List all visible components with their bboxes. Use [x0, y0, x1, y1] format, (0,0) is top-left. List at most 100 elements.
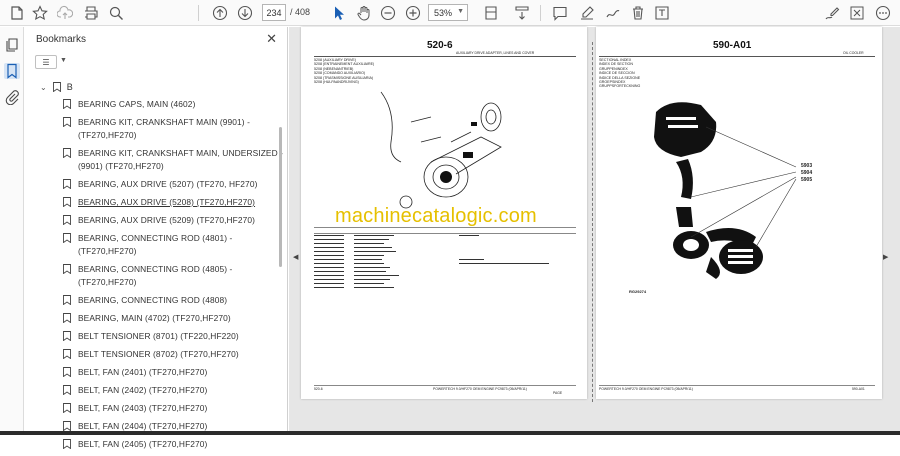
bookmark-flag-icon	[63, 197, 71, 207]
callout-label: 5903	[801, 163, 813, 169]
bookmark-item-label: BEARING KIT, CRANKSHAFT MAIN (9901) - (T…	[78, 117, 251, 140]
bookmark-item-label: BELT, FAN (2404) (TF270,HF270)	[78, 421, 208, 431]
bookmark-flag-icon	[63, 295, 71, 305]
bookmark-item[interactable]: BEARING CAPS, MAIN (4602)	[59, 98, 284, 111]
bookmark-item-label: BELT TENSIONER (8701) (TF220,HF220)	[78, 331, 239, 341]
page-fit-icon[interactable]	[482, 4, 500, 22]
bookmark-item-label: BELT, FAN (2401) (TF270,HF270)	[78, 367, 208, 377]
oil-cooler-drawing	[654, 102, 797, 279]
page-down-icon[interactable]	[236, 4, 254, 22]
exploded-parts-drawing	[380, 91, 502, 209]
main-toolbar: / 408 53% ▼	[0, 0, 900, 26]
right-page-heading: 590-A01	[713, 40, 752, 51]
parts-table-lines	[314, 235, 549, 288]
chevron-down-icon[interactable]: ▼	[60, 57, 67, 64]
left-rail	[0, 27, 24, 435]
bookmark-star-icon[interactable]	[31, 4, 49, 22]
page-up-icon[interactable]	[211, 4, 229, 22]
page-thumbnails-icon[interactable]	[4, 37, 20, 53]
zoom-in-icon[interactable]	[404, 4, 422, 22]
bookmark-flag-icon	[63, 264, 71, 274]
text-box-icon[interactable]	[653, 4, 671, 22]
bookmark-flag-icon	[63, 439, 71, 449]
right-page-footer-number: 590-A01	[852, 387, 865, 391]
home-icon[interactable]	[8, 4, 26, 22]
bookmark-item[interactable]: BEARING, AUX DRIVE (5209) (TF270,HF270)	[59, 214, 284, 227]
bookmark-item-label: BEARING, AUX DRIVE (5208) (TF270,HF270)	[78, 197, 256, 207]
figure-label: RG29274	[629, 289, 647, 294]
bookmark-item[interactable]: BELT, FAN (2401) (TF270,HF270)	[59, 366, 284, 379]
bookmark-item[interactable]: BEARING, MAIN (4702) (TF270,HF270)	[59, 312, 284, 325]
bookmark-item[interactable]: BEARING KIT, CRANKSHAFT MAIN, UNDERSIZED…	[59, 147, 284, 173]
bookmarks-scrollbar[interactable]	[279, 127, 282, 267]
highlight-pen-icon[interactable]	[578, 4, 596, 22]
bookmark-item-label: BEARING, MAIN (4702) (TF270,HF270)	[78, 313, 231, 323]
right-page-footer-center: POWERTECH 9.0/HF270 OEM ENGINE PC9873 (0…	[599, 387, 693, 391]
trash-icon[interactable]	[629, 4, 647, 22]
zoom-out-icon[interactable]	[379, 4, 397, 22]
scroll-right-icon[interactable]: ▶	[883, 253, 888, 261]
bookmark-options-button[interactable]: ☰	[35, 55, 57, 69]
bookmark-item-label: BELT, FAN (2405) (TF270,HF270)	[78, 439, 208, 449]
watermark-text: machinecatalogic.com	[335, 205, 537, 227]
left-page-footer-number: 520-6	[314, 387, 323, 391]
left-page-footer-right: PAGE	[553, 391, 563, 395]
callout-label: 5904	[801, 170, 813, 176]
bookmark-flag-icon	[63, 421, 71, 431]
bookmark-item[interactable]: BELT, FAN (2405) (TF270,HF270)	[59, 438, 284, 451]
zoom-search-icon[interactable]	[107, 4, 125, 22]
right-page-subtitle: OIL COOLER	[843, 51, 864, 55]
fullscreen-icon[interactable]	[848, 4, 866, 22]
attachment-paperclip-icon[interactable]	[4, 89, 20, 106]
bookmark-item-label: BELT, FAN (2403) (TF270,HF270)	[78, 403, 208, 413]
chevron-down-icon[interactable]: ⌄	[40, 83, 47, 92]
zoom-level-select[interactable]: 53% ▼	[428, 4, 468, 21]
scroll-mode-icon[interactable]	[513, 4, 531, 22]
more-options-icon[interactable]	[874, 4, 892, 22]
bookmark-item[interactable]: BEARING, CONNECTING ROD (4801) - (TF270,…	[59, 232, 284, 258]
bookmark-item-label: BEARING, CONNECTING ROD (4808)	[78, 295, 228, 305]
bookmark-flag-icon	[63, 179, 71, 189]
collapse-left-icon[interactable]: ◀	[293, 253, 298, 261]
page-number-input[interactable]	[262, 4, 286, 21]
bookmark-flag-icon	[52, 82, 61, 92]
print-icon[interactable]	[82, 4, 100, 22]
bookmark-item[interactable]: BELT TENSIONER (8702) (TF270,HF270)	[59, 348, 284, 361]
bookmark-item[interactable]: BEARING, AUX DRIVE (5208) (TF270,HF270)	[59, 196, 284, 209]
bookmarks-panel-title: Bookmarks	[36, 34, 87, 45]
close-icon[interactable]: ✕	[266, 31, 277, 47]
bookmark-item[interactable]: BELT TENSIONER (8701) (TF220,HF220)	[59, 330, 284, 343]
page-total: / 408	[290, 7, 311, 17]
bookmark-item[interactable]: BELT, FAN (2403) (TF270,HF270)	[59, 402, 284, 415]
left-page-heading: 520-6	[427, 40, 453, 51]
bookmark-flag-icon	[63, 117, 71, 127]
bookmark-flag-icon	[63, 99, 71, 109]
left-page-subtitle: AUXILIARY DRIVE ADAPTER, LINES AND COVER	[456, 51, 535, 55]
hand-tool-icon[interactable]	[355, 4, 373, 22]
bookmark-item[interactable]: BEARING, CONNECTING ROD (4805) - (TF270,…	[59, 263, 284, 289]
draw-icon[interactable]	[604, 4, 622, 22]
upload-cloud-icon[interactable]	[56, 4, 74, 22]
bookmark-root-item[interactable]: ⌄ B	[40, 82, 73, 92]
bookmark-list: BEARING CAPS, MAIN (4602) BEARING KIT, CR…	[59, 98, 284, 456]
bookmark-flag-icon	[63, 349, 71, 359]
index-line: INDICE DE SECCION	[599, 71, 635, 76]
sign-pen-icon[interactable]	[823, 4, 841, 22]
zoom-level-value: 53%	[434, 8, 453, 18]
bookmark-item[interactable]: BEARING KIT, CRANKSHAFT MAIN (9901) - (T…	[59, 116, 284, 142]
bookmark-item-label: BEARING, AUX DRIVE (5207) (TF270, HF270)	[78, 179, 258, 189]
comment-icon[interactable]	[551, 4, 569, 22]
select-cursor-icon[interactable]	[330, 4, 348, 22]
index-lines: SECTIONAL INDEX INDEX DE SECTION GRUPPEN…	[599, 58, 640, 89]
left-page-footer-center: POWERTECH 9.0/HF270 OEM ENGINE PC9873 (0…	[433, 387, 527, 391]
bookmark-item[interactable]: BEARING, CONNECTING ROD (4808)	[59, 294, 284, 307]
bookmark-item[interactable]: BELT, FAN (2402) (TF270,HF270)	[59, 384, 284, 397]
bookmarks-panel-icon[interactable]	[4, 63, 20, 79]
table-rule	[314, 233, 576, 234]
bookmark-item[interactable]: BEARING, AUX DRIVE (5207) (TF270, HF270)	[59, 178, 284, 191]
pdf-page-right: 590-A01 OIL COOLER SECTIONAL INDEX INDEX…	[596, 27, 882, 399]
bookmarks-panel: Bookmarks ✕ ☰ ▼ ⌄ B BEARING CAPS, MAIN (…	[25, 27, 288, 449]
bookmark-flag-icon	[63, 215, 71, 225]
bookmark-flag-icon	[63, 313, 71, 323]
footer-rule	[599, 385, 875, 386]
